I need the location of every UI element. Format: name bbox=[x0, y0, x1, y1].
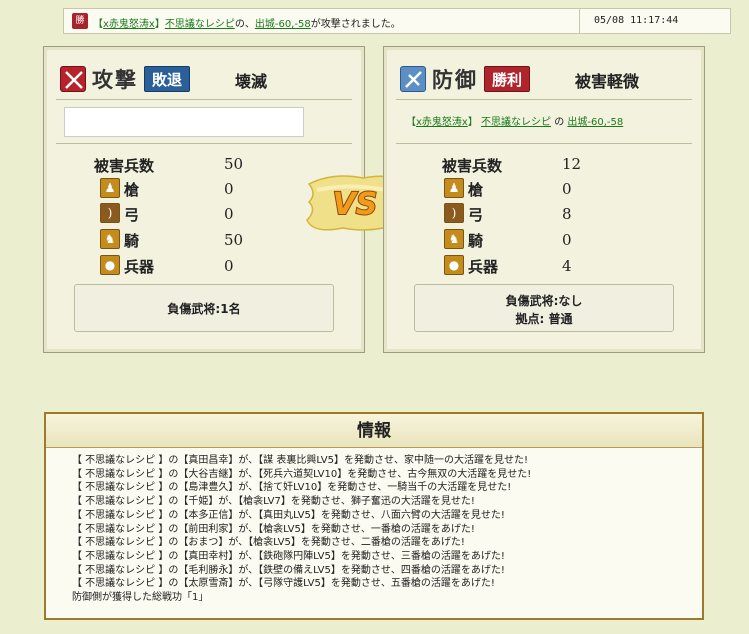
defender-link[interactable]: 不思議なレシピ bbox=[481, 117, 551, 128]
battle-notification-bar: 勝 【x赤鬼怒涛x】不思議なレシピの、出城-60,-58が攻撃されました。 05… bbox=[63, 8, 731, 34]
unit-row: ♞ 騎 0 bbox=[444, 227, 734, 252]
attacker-link[interactable]: x赤鬼怒涛x bbox=[416, 117, 468, 128]
injured-generals-box: 負傷武将:1名 bbox=[74, 284, 334, 332]
shield-icon bbox=[400, 66, 426, 92]
horse-icon: ♞ bbox=[444, 229, 464, 249]
attack-heading: 攻撃 bbox=[92, 67, 138, 92]
bow-icon: ) bbox=[100, 203, 120, 223]
siege-icon: ● bbox=[444, 255, 464, 275]
log-line: 【 不思議なレシピ 】の【前田利家】が、【槍衾LV5】を発動させ、一番槍の活躍を… bbox=[72, 523, 475, 535]
log-line: 【 不思議なレシピ 】の【太原雪斎】が、【弓隊守護LV5】を発動させ、五番槍の活… bbox=[72, 578, 495, 590]
divider bbox=[396, 143, 692, 144]
defense-header: 防御 勝利 被害軽微 bbox=[400, 62, 690, 96]
log-line: 【 不思議なレシピ 】の【真田幸村】が、【鉄砲隊円陣LV5】を発動させ、三番槍の… bbox=[72, 550, 505, 562]
defense-heading: 防御 bbox=[432, 67, 478, 92]
notification-message: 【x赤鬼怒涛x】不思議なレシピの、出城-60,-58が攻撃されました。 bbox=[93, 19, 401, 30]
spear-icon: ♟ bbox=[100, 178, 120, 198]
defeat-badge: 敗退 bbox=[144, 66, 191, 92]
casualties-value: 50 bbox=[224, 155, 244, 173]
victory-icon: 勝 bbox=[72, 13, 88, 29]
location-link[interactable]: 出城-60,-58 bbox=[255, 19, 311, 30]
defender-link[interactable]: 不思議なレシピ bbox=[165, 19, 235, 30]
unit-row: ● 兵器 0 bbox=[100, 253, 390, 278]
bow-icon: ) bbox=[444, 203, 464, 223]
defense-result: 被害軽微 bbox=[575, 72, 640, 91]
info-panel: 情報 【 不思議なレシピ 】の【真田昌幸】が、【謀 表裏比興LV5】を発動させ、… bbox=[44, 412, 704, 620]
unit-row: ) 弓 8 bbox=[444, 201, 734, 226]
divider bbox=[396, 99, 692, 100]
timestamp: 05/08 11:17:44 bbox=[594, 15, 679, 26]
divider bbox=[56, 99, 352, 100]
crossed-swords-icon bbox=[60, 66, 86, 92]
log-line: 【 不思議なレシピ 】の【真田昌幸】が、【謀 表裏比興LV5】を発動させ、家中随… bbox=[72, 455, 529, 466]
spear-icon: ♟ bbox=[444, 178, 464, 198]
log-line: 【 不思議なレシピ 】の【島津豊久】が、【捨て奸LV10】を発動させ、一騎当千の… bbox=[72, 482, 512, 494]
divider bbox=[56, 143, 352, 144]
divider bbox=[579, 9, 580, 33]
attacker-link[interactable]: x赤鬼怒涛x bbox=[103, 19, 155, 30]
location-link[interactable]: 出城-60,-58 bbox=[567, 117, 623, 128]
battle-log: 【 不思議なレシピ 】の【真田昌幸】が、【謀 表裏比興LV5】を発動させ、家中随… bbox=[72, 454, 531, 605]
base-status: 拠点: 普通 bbox=[515, 312, 573, 326]
injured-generals: 負傷武将:なし bbox=[505, 294, 583, 308]
unit-row: ♟ 槍 0 bbox=[444, 176, 734, 201]
attack-result: 壊滅 bbox=[235, 72, 268, 91]
horse-icon: ♞ bbox=[100, 229, 120, 249]
attack-header: 攻撃 敗退 壊滅 bbox=[60, 62, 350, 96]
log-line: 【 不思議なレシピ 】の【毛利勝永】が、【鉄壁の備えLV5】を発動させ、四番槍の… bbox=[72, 564, 505, 576]
casualties-label: 被害兵数 bbox=[442, 157, 503, 175]
casualties-value: 12 bbox=[562, 155, 582, 173]
info-title: 情報 bbox=[46, 414, 702, 448]
log-line: 【 不思議なレシピ 】の【本多正信】が、【真田丸LV5】を発動させ、八面六臂の大… bbox=[72, 509, 505, 521]
attacker-info-box bbox=[64, 107, 304, 137]
casualties-row: 被害兵数 12 bbox=[442, 151, 732, 176]
log-line: 【 不思議なレシピ 】の【千姫】が、【槍衾LV7】を発動させ、獅子奮迅の大活躍を… bbox=[72, 496, 475, 508]
siege-icon: ● bbox=[100, 255, 120, 275]
log-line: 【 不思議なレシピ 】の【おまつ】が、【槍衾LV5】を発動させ、二番槍の活躍をあ… bbox=[72, 537, 465, 549]
victory-badge: 勝利 bbox=[484, 66, 531, 92]
defender-names: 【x赤鬼怒涛x】 不思議なレシピ の 出城-60,-58 bbox=[406, 117, 624, 128]
defense-panel: 防御 勝利 被害軽微 【x赤鬼怒涛x】 不思議なレシピ の 出城-60,-58 … bbox=[383, 46, 705, 353]
log-line: 【 不思議なレシピ 】の【大谷吉継】が、【死兵六道契LV10】を発動させ、古今無… bbox=[72, 468, 532, 480]
casualties-label: 被害兵数 bbox=[94, 157, 155, 175]
injured-generals: 負傷武将:1名 bbox=[167, 302, 241, 316]
unit-row: ● 兵器 4 bbox=[444, 253, 734, 278]
log-line: 防御側が獲得した総戦功「1」 bbox=[72, 592, 209, 604]
vs-text: VS bbox=[333, 187, 378, 222]
injured-generals-box: 負傷武将:なし 拠点: 普通 bbox=[414, 284, 674, 332]
